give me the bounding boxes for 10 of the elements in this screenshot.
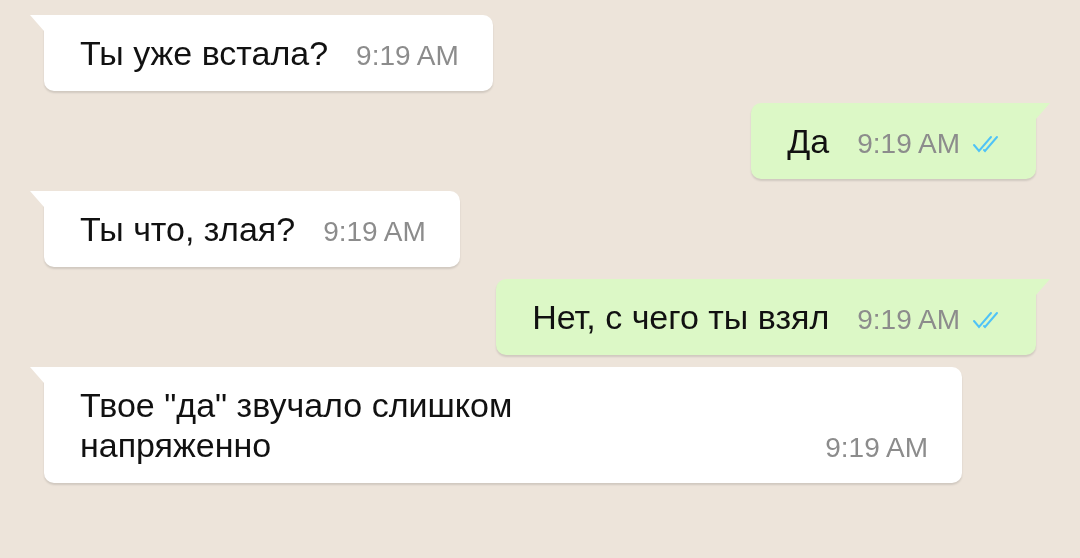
message-time: 9:19 AM (825, 431, 928, 465)
message-time: 9:19 AM (857, 127, 960, 161)
message-text: Ты уже встала? (80, 33, 329, 73)
message-text: Нет, с чего ты взял (532, 297, 830, 337)
message-text: Да (787, 121, 830, 161)
message-text: Твое "да" звучало слишком напряженно (80, 385, 513, 465)
message-text: Ты что, злая? (80, 209, 296, 249)
message-time: 9:19 AM (323, 215, 426, 249)
message-time: 9:19 AM (857, 303, 960, 337)
message-time: 9:19 AM (356, 39, 459, 73)
